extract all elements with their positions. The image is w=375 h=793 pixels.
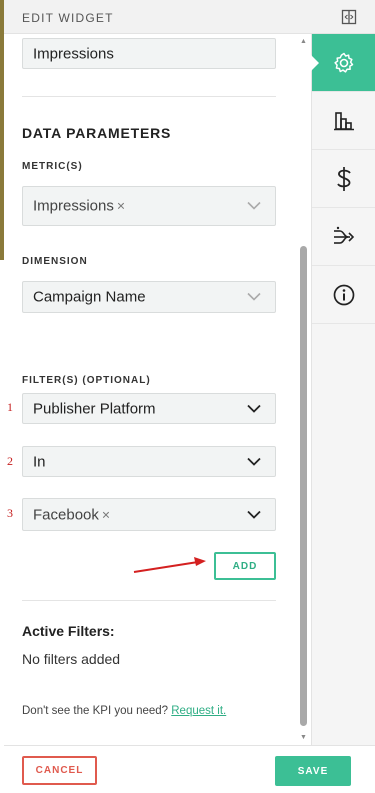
- chevron-down-icon: [247, 201, 261, 210]
- widget-title-field[interactable]: Impressions: [22, 38, 276, 69]
- gear-icon: [334, 52, 354, 73]
- sidebar-item-flow[interactable]: [312, 208, 375, 266]
- save-button[interactable]: SAVE: [275, 756, 351, 786]
- kpi-request-note: Don't see the KPI you need? Request it.: [22, 705, 226, 717]
- annotation-arrow-icon: [133, 557, 206, 573]
- scrollbar-thumb[interactable]: [300, 246, 307, 726]
- branch-flow-icon: [334, 226, 355, 244]
- annotation-number: 2: [7, 454, 13, 468]
- metric-chip-label: Impressions: [33, 197, 114, 215]
- dollar-icon: [337, 166, 351, 191]
- filter-value-chip-label: Facebook: [33, 506, 99, 523]
- widget-title-value: Impressions: [33, 45, 114, 62]
- active-filters-heading: Active Filters:: [22, 623, 115, 639]
- info-icon: [333, 284, 355, 305]
- bar-chart-icon: [334, 111, 354, 130]
- filter-field-select[interactable]: Publisher Platform: [22, 393, 276, 424]
- scroll-down-arrow-icon[interactable]: ▼: [300, 734, 307, 741]
- sidebar-item-settings[interactable]: [311, 34, 375, 92]
- annotation-number: 3: [7, 506, 13, 520]
- widget-settings-panel: Impressions DATA PARAMETERS METRIC(S) Im…: [4, 34, 311, 745]
- annotation-number: 1: [7, 400, 13, 414]
- chevron-down-icon: [247, 404, 261, 413]
- chevron-down-icon: [247, 510, 261, 519]
- chevron-down-icon: [247, 457, 261, 466]
- dimension-value: Campaign Name: [33, 288, 146, 306]
- panel-scrollbar[interactable]: ▲ ▼: [300, 38, 308, 741]
- cancel-button[interactable]: CANCEL: [22, 756, 97, 785]
- metric-label: METRIC(S): [22, 161, 83, 172]
- filter-value-select[interactable]: Facebook ×: [22, 498, 276, 531]
- data-parameters-heading: DATA PARAMETERS: [22, 125, 172, 141]
- filters-label: FILTER(S) (OPTIONAL): [22, 375, 151, 386]
- dimension-label: DIMENSION: [22, 256, 88, 267]
- sidebar-item-info[interactable]: [312, 266, 375, 324]
- metric-select[interactable]: Impressions ×: [22, 186, 276, 226]
- metric-chip-remove-icon[interactable]: ×: [117, 198, 125, 214]
- filter-operator-select[interactable]: In: [22, 446, 276, 477]
- no-filters-text: No filters added: [22, 651, 121, 667]
- request-kpi-link[interactable]: Request it.: [171, 705, 226, 717]
- panel-title: EDIT WIDGET: [22, 11, 114, 25]
- filter-operator-value: In: [33, 453, 46, 470]
- filter-chip-remove-icon[interactable]: ×: [102, 506, 110, 522]
- kpi-note-text: Don't see the KPI you need?: [22, 705, 169, 717]
- panel-header: EDIT WIDGET: [4, 0, 375, 34]
- chevron-down-icon: [247, 292, 261, 301]
- panel-footer: CANCEL SAVE: [4, 745, 375, 793]
- sidebar-item-cost[interactable]: [312, 150, 375, 208]
- settings-sidebar: [311, 34, 375, 745]
- add-filter-button[interactable]: ADD: [214, 552, 276, 580]
- collapse-panel-icon[interactable]: [341, 9, 357, 25]
- sidebar-item-chart[interactable]: [312, 92, 375, 150]
- metric-chip: Impressions ×: [33, 198, 125, 215]
- section-divider: [22, 96, 276, 97]
- filter-field-value: Publisher Platform: [33, 400, 156, 417]
- dimension-select[interactable]: Campaign Name: [22, 281, 276, 313]
- section-divider: [22, 600, 276, 601]
- filter-value-chip: Facebook ×: [33, 506, 110, 523]
- scroll-up-arrow-icon[interactable]: ▲: [300, 38, 307, 45]
